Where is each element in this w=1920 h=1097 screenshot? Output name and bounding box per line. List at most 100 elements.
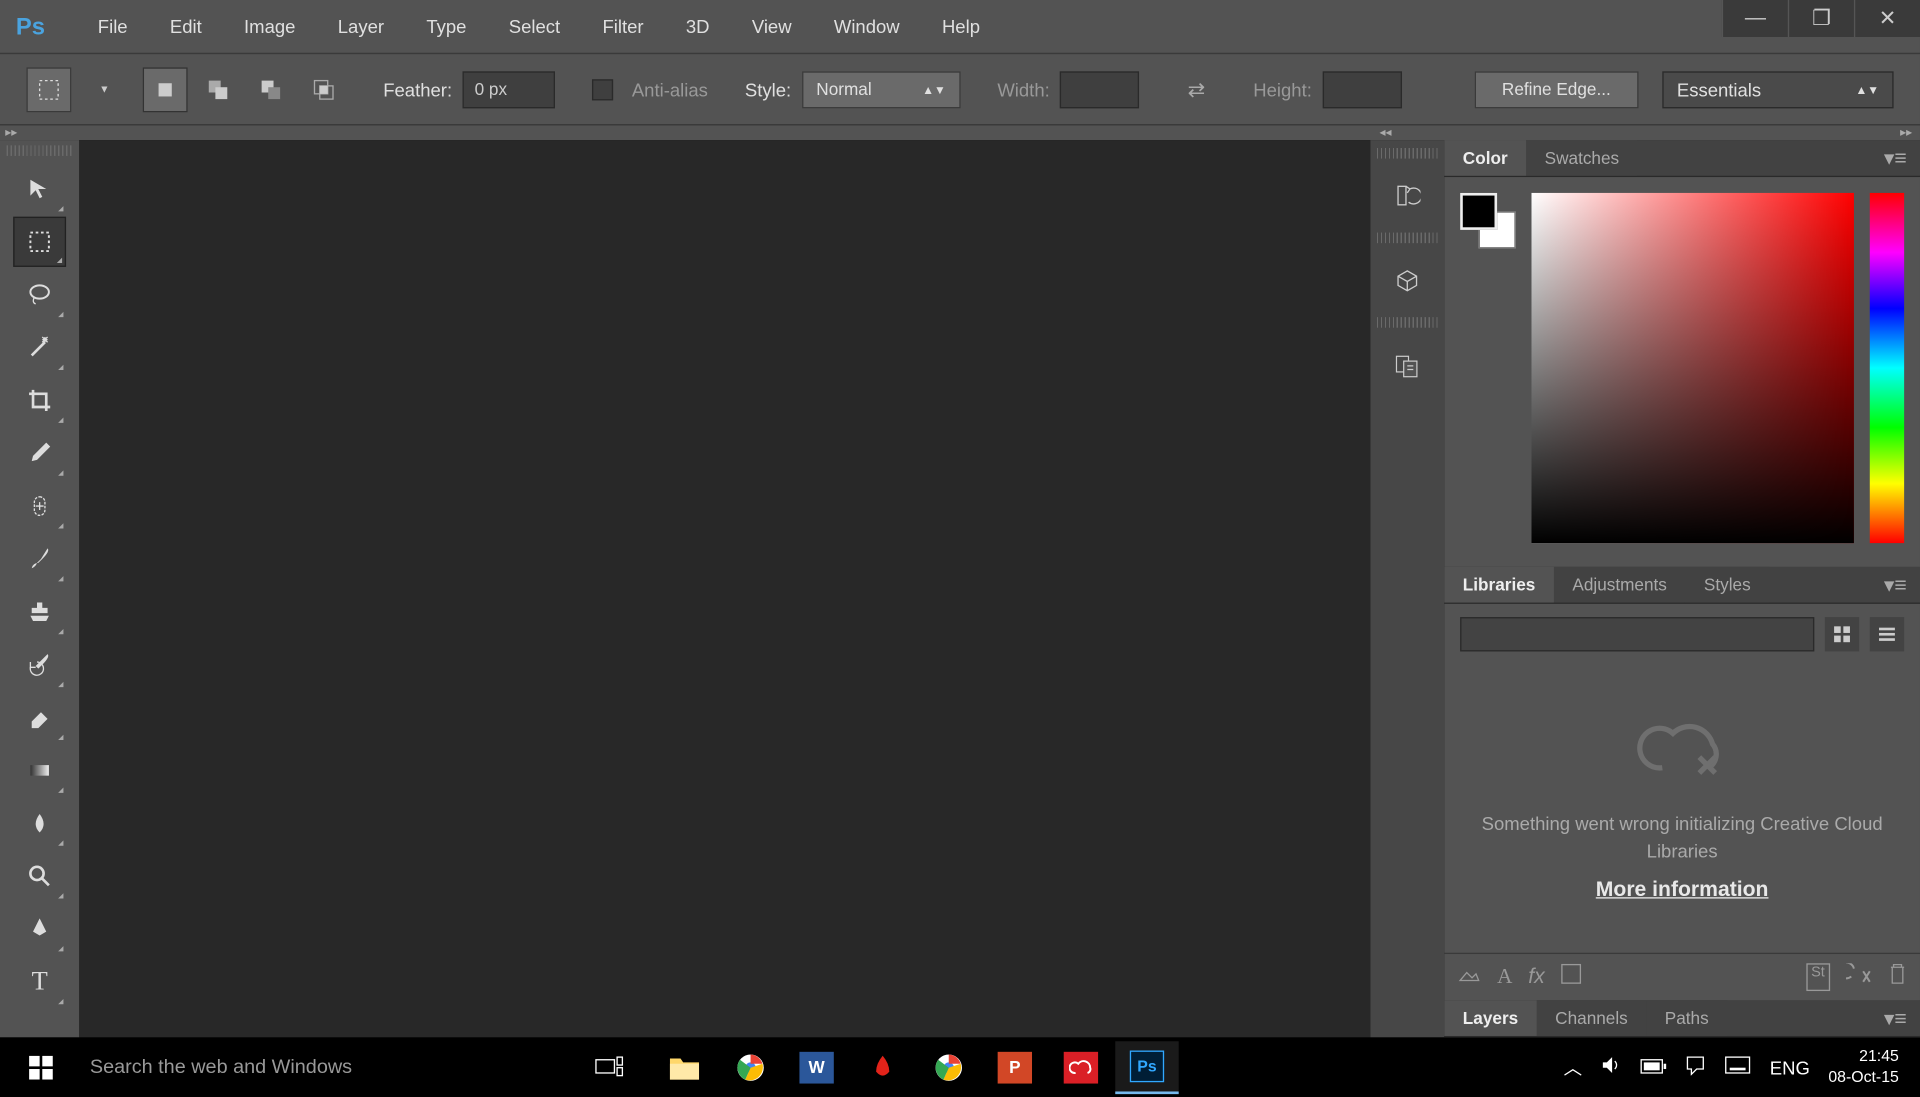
- chrome-app-1[interactable]: [719, 1041, 782, 1094]
- layers-panel-menu-icon[interactable]: ▾≡: [1871, 1000, 1920, 1036]
- foreground-background-swatches[interactable]: [1460, 193, 1515, 248]
- style-select[interactable]: Normal▲▼: [802, 71, 961, 108]
- move-tool[interactable]: [13, 164, 66, 214]
- menu-3d[interactable]: 3D: [665, 0, 731, 53]
- language-indicator[interactable]: ENG: [1770, 1056, 1810, 1077]
- libraries-tab[interactable]: Libraries: [1444, 567, 1554, 603]
- canvas-area[interactable]: [79, 140, 1370, 1037]
- sync-icon[interactable]: [1846, 963, 1872, 991]
- creative-cloud-app[interactable]: [1049, 1041, 1112, 1094]
- menu-window[interactable]: Window: [813, 0, 921, 53]
- taskbar-search[interactable]: Search the web and Windows: [74, 1056, 576, 1078]
- task-view-button[interactable]: [576, 1041, 642, 1094]
- volume-icon[interactable]: [1601, 1054, 1622, 1079]
- minimize-button[interactable]: —: [1722, 0, 1788, 37]
- word-app[interactable]: W: [785, 1041, 848, 1094]
- pen-tool[interactable]: [13, 904, 66, 954]
- selection-add-button[interactable]: [196, 67, 241, 112]
- battery-icon[interactable]: [1640, 1056, 1666, 1077]
- system-tray: ︿ ENG 21:45 08-Oct-15: [1564, 1046, 1912, 1087]
- crop-tool[interactable]: [13, 375, 66, 425]
- library-select[interactable]: [1460, 617, 1814, 651]
- action-center-icon[interactable]: [1685, 1054, 1706, 1079]
- paths-tab[interactable]: Paths: [1646, 1000, 1727, 1036]
- marquee-tool[interactable]: [13, 217, 66, 267]
- clone-stamp-tool[interactable]: [13, 587, 66, 637]
- properties-panel-icon[interactable]: [1384, 341, 1432, 389]
- trash-icon[interactable]: [1888, 963, 1906, 991]
- menu-image[interactable]: Image: [223, 0, 317, 53]
- expand-panels-icon[interactable]: ▸▸: [1900, 126, 1920, 141]
- close-button[interactable]: ✕: [1854, 0, 1920, 37]
- healing-brush-tool[interactable]: [13, 481, 66, 531]
- photoshop-app[interactable]: Ps: [1115, 1041, 1178, 1094]
- current-tool-icon[interactable]: [26, 67, 71, 112]
- add-character-style-icon[interactable]: A: [1497, 965, 1512, 989]
- color-tab[interactable]: Color: [1444, 140, 1526, 176]
- lasso-tool[interactable]: [13, 270, 66, 320]
- menu-file[interactable]: File: [77, 0, 149, 53]
- eyedropper-tool[interactable]: [13, 428, 66, 478]
- swap-dimensions-icon[interactable]: ⇄: [1177, 69, 1217, 109]
- height-label: Height:: [1253, 79, 1312, 100]
- foreground-color-swatch[interactable]: [1460, 193, 1497, 230]
- history-panel-icon[interactable]: [1384, 172, 1432, 220]
- add-color-icon[interactable]: [1561, 963, 1582, 991]
- menu-edit[interactable]: Edit: [149, 0, 223, 53]
- selection-new-button[interactable]: [143, 67, 188, 112]
- stock-icon[interactable]: St: [1806, 963, 1830, 991]
- grid-view-icon[interactable]: [1825, 617, 1859, 651]
- add-graphic-icon[interactable]: [1458, 962, 1482, 992]
- layers-tab[interactable]: Layers: [1444, 1000, 1536, 1036]
- start-button[interactable]: [8, 1041, 74, 1094]
- libraries-error-message: Something went wrong initializing Creati…: [1444, 665, 1920, 953]
- keyboard-icon[interactable]: [1725, 1056, 1751, 1078]
- styles-tab[interactable]: Styles: [1685, 567, 1769, 603]
- unknown-red-app[interactable]: [851, 1041, 914, 1094]
- refine-edge-button[interactable]: Refine Edge...: [1474, 71, 1638, 108]
- clock[interactable]: 21:45 08-Oct-15: [1828, 1046, 1899, 1087]
- swatches-tab[interactable]: Swatches: [1526, 140, 1637, 176]
- expand-tools-icon[interactable]: ▸▸: [0, 126, 79, 141]
- eraser-tool[interactable]: [13, 692, 66, 742]
- strip-grip-icon-2[interactable]: [1377, 233, 1438, 244]
- color-picker-field[interactable]: [1532, 193, 1854, 543]
- magic-wand-tool[interactable]: [13, 322, 66, 372]
- file-explorer-app[interactable]: [653, 1041, 716, 1094]
- selection-subtract-button[interactable]: [248, 67, 293, 112]
- gradient-tool[interactable]: [13, 745, 66, 795]
- history-brush-tool[interactable]: [13, 640, 66, 690]
- more-information-link[interactable]: More information: [1596, 879, 1769, 903]
- channels-tab[interactable]: Channels: [1537, 1000, 1647, 1036]
- collapse-panels-icon[interactable]: ◂◂: [1372, 126, 1392, 141]
- maximize-button[interactable]: ❐: [1788, 0, 1854, 37]
- powerpoint-app[interactable]: P: [983, 1041, 1046, 1094]
- zoom-tool[interactable]: [13, 851, 66, 901]
- feather-input[interactable]: [463, 71, 555, 108]
- menu-filter[interactable]: Filter: [581, 0, 664, 53]
- menu-view[interactable]: View: [731, 0, 813, 53]
- tool-preset-dropdown-icon[interactable]: ▼: [82, 83, 127, 95]
- menu-help[interactable]: Help: [921, 0, 1001, 53]
- 3d-panel-icon[interactable]: [1384, 256, 1432, 304]
- chrome-app-2[interactable]: [917, 1041, 980, 1094]
- tray-overflow-icon[interactable]: ︿: [1564, 1054, 1582, 1080]
- strip-grip-icon[interactable]: [1377, 148, 1438, 159]
- color-panel-menu-icon[interactable]: ▾≡: [1871, 140, 1920, 176]
- menu-select[interactable]: Select: [488, 0, 582, 53]
- strip-grip-icon-3[interactable]: [1377, 317, 1438, 328]
- menu-layer[interactable]: Layer: [317, 0, 406, 53]
- blur-tool[interactable]: [13, 798, 66, 848]
- menu-type[interactable]: Type: [405, 0, 487, 53]
- list-view-icon[interactable]: [1870, 617, 1904, 651]
- add-layer-style-icon[interactable]: fx: [1528, 965, 1544, 989]
- selection-intersect-button[interactable]: [301, 67, 346, 112]
- type-tool[interactable]: T: [13, 957, 66, 1007]
- workspace-select[interactable]: Essentials▲▼: [1662, 71, 1893, 108]
- antialias-checkbox[interactable]: [592, 79, 613, 100]
- brush-tool[interactable]: [13, 534, 66, 584]
- tools-grip-icon[interactable]: [7, 145, 73, 156]
- hue-slider[interactable]: [1870, 193, 1904, 543]
- adjustments-tab[interactable]: Adjustments: [1554, 567, 1686, 603]
- libraries-panel-menu-icon[interactable]: ▾≡: [1871, 567, 1920, 603]
